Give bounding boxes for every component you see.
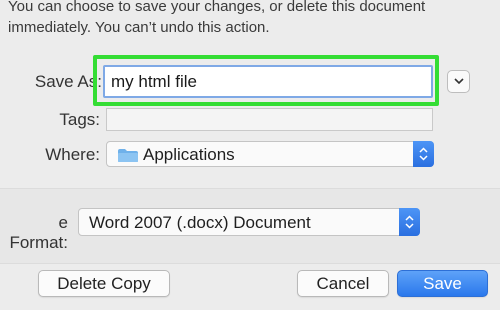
where-label: Where: xyxy=(45,145,100,164)
where-popup[interactable]: Applications xyxy=(106,141,434,167)
up-down-chevron-icon xyxy=(419,147,428,161)
file-format-value: Word 2007 (.docx) Document xyxy=(89,213,311,232)
where-value: Applications xyxy=(143,145,235,164)
file-format-label: e Format: xyxy=(9,213,68,252)
tags-label: Tags: xyxy=(59,110,100,129)
file-format-stepper[interactable] xyxy=(399,208,420,236)
save-as-label: Save As: xyxy=(34,72,102,91)
delete-copy-button[interactable]: Delete Copy xyxy=(38,270,170,297)
save-as-input[interactable] xyxy=(103,65,433,98)
expand-dialog-button[interactable] xyxy=(447,70,470,93)
where-stepper[interactable] xyxy=(413,141,434,167)
up-down-chevron-icon xyxy=(405,215,414,229)
cancel-button[interactable]: Cancel xyxy=(297,270,389,297)
dialog-message: You can choose to save your changes, or … xyxy=(8,0,426,36)
chevron-down-icon xyxy=(453,78,464,85)
save-button[interactable]: Save xyxy=(397,270,488,297)
file-format-popup[interactable]: Word 2007 (.docx) Document xyxy=(78,208,420,236)
folder-icon xyxy=(118,149,138,162)
tags-field[interactable] xyxy=(106,108,433,131)
